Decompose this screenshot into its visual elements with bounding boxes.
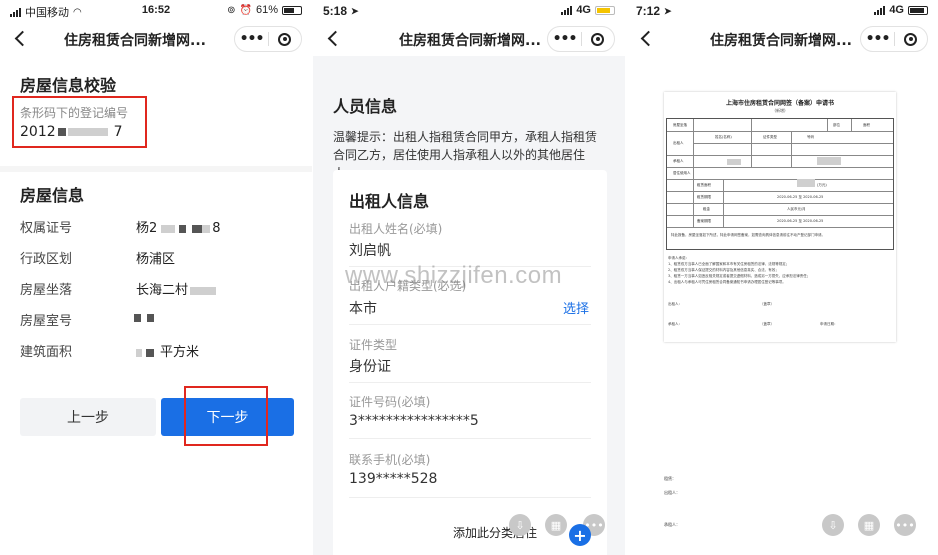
id-number-input[interactable]: 3****************5 — [349, 413, 479, 429]
house-info-title: 房屋信息 — [20, 186, 85, 205]
nav-bar: 住房租赁合同新增网... ••• — [0, 22, 312, 56]
doc-title: 上海市住房租赁合同网签（备案）申请书 — [725, 100, 834, 107]
add-icon[interactable]: + — [569, 524, 591, 546]
info-row-cert: 权属证号 杨2 8 — [20, 221, 221, 236]
application-document: 上海市住房租赁合同网签（备案）申请书 (新增) 房屋坐落 部位 面积 出租人 姓… — [664, 92, 896, 342]
network-type: 4G — [576, 4, 591, 16]
nav-bar: 住房租赁合同新增网... ••• — [626, 22, 938, 56]
registry-type-value[interactable]: 本市 — [349, 298, 377, 318]
battery-icon — [908, 5, 928, 15]
grid-icon[interactable]: ▦ — [545, 514, 567, 536]
screenshot-collage: 中国移动 ◠ 16:52 ⊚ ⏰ 61% 住房租赁合同新增网... ••• 房屋… — [0, 0, 938, 555]
footer-label: 出租人： — [664, 490, 680, 495]
lessor-info-card: 出租人信息 出租人姓名(必填) 刘启帆 出租人户籍类型(必选) 本市 选择 证件… — [333, 170, 607, 555]
nav-title: 住房租赁合同新增网... — [710, 33, 852, 49]
info-row-district: 行政区划 杨浦区 — [20, 252, 176, 267]
info-row-address: 房屋坐落 长海二村 — [20, 279, 217, 298]
status-bar: 7:12 ➤ 4G — [626, 0, 938, 22]
id-type-label: 证件类型 — [349, 338, 398, 352]
more-icon[interactable]: ••• — [894, 514, 916, 536]
back-arrow-icon[interactable] — [14, 28, 28, 48]
more-dots-icon[interactable]: ••• — [235, 31, 268, 47]
status-bar: 中国移动 ◠ 16:52 ⊚ ⏰ 61% — [0, 0, 312, 22]
status-time: 5:18 — [323, 4, 348, 18]
battery-icon — [595, 5, 615, 15]
verify-title: 房屋信息校验 — [20, 76, 117, 95]
lessor-name-input[interactable]: 刘启帆 — [349, 240, 391, 260]
lock-rotation-icon: ⊚ — [227, 4, 236, 16]
back-arrow-icon[interactable] — [327, 28, 341, 48]
mini-program-capsule: ••• — [860, 26, 928, 52]
more-dots-icon[interactable]: ••• — [861, 31, 894, 47]
status-bar: 5:18 ➤ 4G — [313, 0, 625, 22]
card-title: 出租人信息 — [349, 192, 430, 211]
phone-screen-application-doc: 7:12 ➤ 4G 住房租赁合同新增网... ••• 上海市住房租赁合同网签（备… — [626, 0, 938, 555]
info-row-area: 建筑面积 平方米 — [20, 345, 200, 360]
status-time: 7:12 — [636, 4, 661, 18]
signal-icon — [874, 5, 886, 15]
phone-label: 联系手机(必填) — [349, 453, 431, 467]
nav-title: 住房租赁合同新增网... — [399, 33, 541, 49]
prev-step-button[interactable]: 上一步 — [20, 398, 156, 436]
close-target-icon[interactable] — [895, 32, 927, 46]
footer-label: 租赁： — [664, 476, 676, 481]
id-type-value[interactable]: 身份证 — [349, 356, 391, 376]
doc-subtitle: (新增) — [774, 108, 786, 113]
nav-title: 住房租赁合同新增网... — [64, 33, 206, 49]
info-row-room: 房屋室号 — [20, 310, 154, 329]
registry-type-select-link[interactable]: 选择 — [563, 298, 589, 317]
close-target-icon[interactable] — [582, 32, 614, 46]
download-icon[interactable]: ⇩ — [822, 514, 844, 536]
more-dots-icon[interactable]: ••• — [548, 31, 581, 47]
section-divider — [0, 166, 312, 172]
battery-icon — [282, 5, 302, 15]
phone-input[interactable]: 139*****528 — [349, 471, 437, 487]
mini-program-capsule: ••• — [234, 26, 302, 52]
id-number-label: 证件号码(必填) — [349, 395, 431, 409]
person-info-title: 人员信息 — [333, 97, 398, 116]
battery-percent: 61% — [255, 4, 278, 16]
nav-bar: 住房租赁合同新增网... ••• — [313, 22, 625, 56]
lessor-name-label: 出租人姓名(必填) — [349, 222, 443, 236]
network-type: 4G — [889, 4, 904, 16]
mini-program-capsule: ••• — [547, 26, 615, 52]
grid-icon[interactable]: ▦ — [858, 514, 880, 536]
download-icon[interactable]: ⇩ — [509, 514, 531, 536]
watermark-text: www.shizzjifen.com — [345, 262, 563, 289]
highlight-box-next — [184, 386, 268, 446]
location-arrow-icon: ➤ — [351, 5, 359, 16]
close-target-icon[interactable] — [269, 32, 301, 46]
alarm-icon: ⏰ — [239, 4, 252, 16]
doc-table: 房屋坐落 部位 面积 出租人 姓名(名称) 证件类型 号码 承租人 居住使用人 … — [666, 118, 894, 250]
barcode-value[interactable]: 2012 7 — [20, 124, 123, 140]
footer-label: 承租人： — [664, 522, 680, 527]
phone-screen-house-verify: 中国移动 ◠ 16:52 ⊚ ⏰ 61% 住房租赁合同新增网... ••• 房屋… — [0, 0, 312, 555]
signal-icon — [561, 5, 573, 15]
barcode-label: 条形码下的登记编号 — [20, 106, 129, 120]
location-arrow-icon: ➤ — [664, 5, 672, 16]
back-arrow-icon[interactable] — [640, 28, 654, 48]
